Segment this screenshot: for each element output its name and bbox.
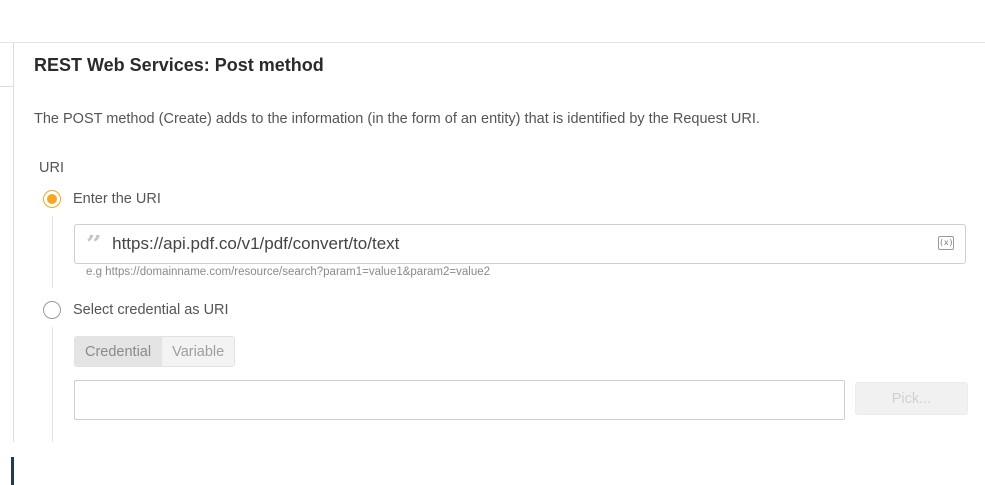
- uri-label: URI: [39, 160, 64, 176]
- enter-uri-group-line: [52, 216, 53, 288]
- uri-input[interactable]: ” https://api.pdf.co/v1/pdf/convert/to/t…: [74, 224, 966, 264]
- sidebar-divider: [0, 86, 13, 87]
- section-description: The POST method (Create) adds to the inf…: [34, 111, 760, 127]
- enter-uri-option[interactable]: Enter the URI: [43, 190, 161, 208]
- tab-variable[interactable]: Variable: [162, 337, 235, 366]
- uri-input-value: https://api.pdf.co/v1/pdf/convert/to/tex…: [112, 234, 400, 253]
- section-title: REST Web Services: Post method: [34, 55, 324, 75]
- credential-uri-radio[interactable]: [43, 301, 61, 319]
- enter-uri-label: Enter the URI: [73, 191, 161, 207]
- enter-uri-radio[interactable]: [43, 190, 61, 208]
- quote-icon: ”: [86, 235, 103, 253]
- tab-credential[interactable]: Credential: [75, 337, 163, 366]
- pick-button[interactable]: Pick...: [855, 382, 968, 415]
- credential-uri-option[interactable]: Select credential as URI: [43, 301, 229, 319]
- credential-uri-label: Select credential as URI: [73, 302, 229, 318]
- variable-icon[interactable]: (x): [938, 236, 954, 250]
- credential-group-line: [52, 327, 53, 442]
- uri-hint: e.g https://domainname.com/resource/sear…: [86, 266, 491, 278]
- credential-input[interactable]: [74, 380, 845, 420]
- rest-post-panel: REST Web Services: Post method The POST …: [14, 43, 985, 442]
- top-bar: [0, 0, 985, 43]
- sidebar-active-marker: [11, 457, 14, 485]
- credential-type-toggle: Credential Variable: [74, 336, 236, 367]
- left-sidebar: [0, 43, 14, 485]
